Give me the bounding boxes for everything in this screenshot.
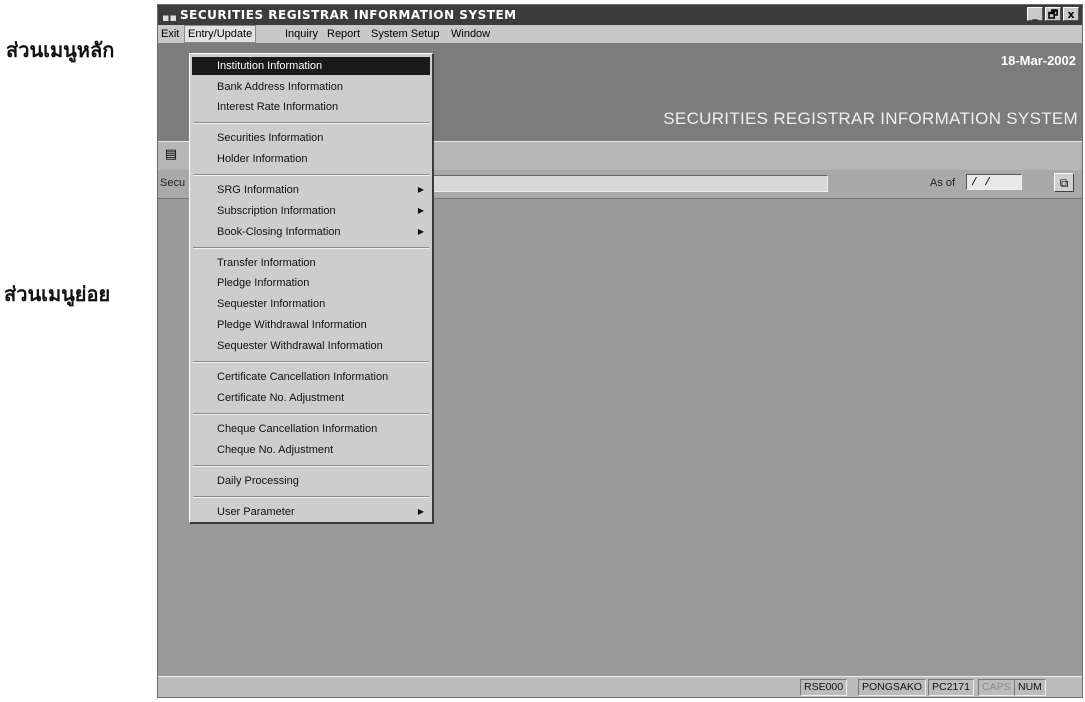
menu-item-subscription-information[interactable]: Subscription Information ▶	[192, 202, 430, 220]
submenu-arrow-icon: ▶	[417, 507, 424, 516]
status-username: PONGSAKO	[858, 679, 927, 696]
restore-button[interactable]: 🗗	[1045, 7, 1061, 21]
menu-item-user-parameter[interactable]: User Parameter ▶	[192, 503, 430, 521]
menu-item-cheque-no-adjustment[interactable]: Cheque No. Adjustment	[192, 441, 430, 459]
status-num: NUM	[1014, 679, 1046, 696]
current-date: 18-Mar-2002	[1000, 53, 1076, 68]
menu-separator	[193, 496, 429, 498]
sub-menu-annotation: ส่วนเมนูย่อย	[4, 282, 111, 306]
menu-window[interactable]: Window	[448, 25, 493, 43]
status-caps: CAPS	[978, 679, 1015, 696]
menu-item-daily-processing[interactable]: Daily Processing	[192, 472, 430, 490]
main-menu-annotation: ส่วนเมนูหลัก	[6, 38, 115, 62]
security-label: Secu	[160, 177, 186, 189]
title-bar: ▪▪ SECURITIES REGISTRAR INFORMATION SYST…	[158, 5, 1082, 25]
status-bar: RSE000 PONGSAKO PC2171 CAPS NUM	[158, 676, 1082, 697]
menu-item-sequester-information[interactable]: Sequester Information	[192, 295, 430, 313]
close-button[interactable]: x	[1063, 7, 1079, 21]
menu-item-pledge-information[interactable]: Pledge Information	[192, 274, 430, 292]
status-pc-name: PC2171	[928, 679, 974, 696]
menu-bar: Exit Entry/Update Inquiry Report System …	[158, 25, 1082, 43]
submenu-arrow-icon: ▶	[417, 206, 424, 215]
menu-item-securities-information[interactable]: Securities Information	[192, 129, 430, 147]
menu-item-label: Book-Closing Information	[217, 226, 341, 238]
calendar-icon[interactable]: ⧉	[1054, 173, 1074, 192]
menu-item-interest-rate-information[interactable]: Interest Rate Information	[192, 98, 430, 116]
window-title: SECURITIES REGISTRAR INFORMATION SYSTEM	[180, 8, 517, 22]
document-icon[interactable]: ▤	[162, 146, 180, 164]
menu-item-certificate-no-adjustment[interactable]: Certificate No. Adjustment	[192, 389, 430, 407]
menu-separator	[193, 465, 429, 467]
menu-item-holder-information[interactable]: Holder Information	[192, 150, 430, 168]
menu-item-bank-address-information[interactable]: Bank Address Information	[192, 78, 430, 96]
menu-item-cheque-cancellation-information[interactable]: Cheque Cancellation Information	[192, 420, 430, 438]
menu-separator	[193, 247, 429, 249]
system-title: SECURITIES REGISTRAR INFORMATION SYSTEM	[663, 109, 1078, 128]
menu-report[interactable]: Report	[324, 25, 363, 43]
menu-separator	[193, 122, 429, 124]
menu-exit[interactable]: Exit	[158, 25, 182, 43]
menu-item-label: Subscription Information	[217, 205, 336, 217]
menu-item-label: User Parameter	[217, 506, 295, 518]
menu-item-certificate-cancellation-information[interactable]: Certificate Cancellation Information	[192, 368, 430, 386]
menu-entry-update[interactable]: Entry/Update	[184, 25, 257, 43]
menu-item-transfer-information[interactable]: Transfer Information	[192, 254, 430, 272]
minimize-button[interactable]: _	[1027, 7, 1043, 21]
entry-update-dropdown: Institution Information Bank Address Inf…	[189, 53, 434, 524]
submenu-arrow-icon: ▶	[417, 227, 424, 236]
submenu-arrow-icon: ▶	[417, 185, 424, 194]
menu-item-book-closing-information[interactable]: Book-Closing Information ▶	[192, 223, 430, 241]
menu-item-label: SRG Information	[217, 184, 299, 196]
menu-item-sequester-withdrawal-information[interactable]: Sequester Withdrawal Information	[192, 337, 430, 355]
menu-item-institution-information[interactable]: Institution Information	[192, 57, 430, 75]
menu-separator	[193, 174, 429, 176]
as-of-label: As of	[930, 177, 956, 189]
menu-system-setup[interactable]: System Setup	[368, 25, 442, 43]
menu-item-pledge-withdrawal-information[interactable]: Pledge Withdrawal Information	[192, 316, 430, 334]
status-user-code: RSE000	[800, 679, 848, 696]
menu-separator	[193, 361, 429, 363]
menu-item-srg-information[interactable]: SRG Information ▶	[192, 181, 430, 199]
menu-inquiry[interactable]: Inquiry	[282, 25, 321, 43]
as-of-date-input[interactable]: / /	[966, 174, 1022, 190]
menu-separator	[193, 413, 429, 415]
